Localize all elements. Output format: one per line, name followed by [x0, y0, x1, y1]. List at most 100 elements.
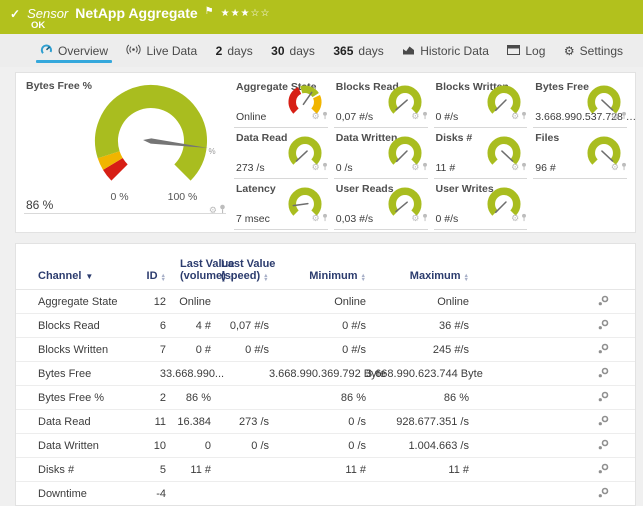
pin-icon[interactable] [621, 107, 627, 125]
gauge-tile-latency[interactable]: Latency7 msec⚙ [234, 181, 328, 230]
gauge-tile-bytes-free-pct[interactable]: Bytes Free % %0 %100 % 86 % ⚙ [16, 73, 234, 232]
last-value-speed: 0 #/s [211, 338, 269, 362]
live-data-icon [126, 44, 141, 58]
pin-icon[interactable] [521, 158, 527, 176]
channel-edit-icon[interactable] [598, 319, 609, 333]
channel-edit-icon[interactable] [598, 439, 609, 453]
priority-stars[interactable]: ★★★☆☆ [221, 8, 271, 19]
sort-arrows-icon: ▲▼ [263, 274, 268, 282]
gauge-title: Data Read [236, 132, 287, 144]
last-value-speed [211, 482, 269, 506]
channel-actions [469, 458, 636, 482]
tab-365-days[interactable]: 365days [327, 34, 389, 67]
minimum-value: Online [269, 290, 366, 314]
tab-2-days[interactable]: 2days [210, 34, 259, 67]
pin-icon[interactable] [621, 158, 627, 176]
gauge-settings-gear-icon[interactable]: ⚙ [611, 163, 619, 172]
channel-table: Channel▼ID▲▼Last Value (volume)▲▼Last Va… [16, 252, 636, 506]
column-header-id[interactable]: ID▲▼ [144, 252, 166, 290]
channel-table-panel: Channel▼ID▲▼Last Value (volume)▲▼Last Va… [15, 243, 636, 506]
pin-icon[interactable] [322, 158, 328, 176]
gauge-tile-blocks-read[interactable]: Blocks Read0,07 #/s⚙ [334, 79, 428, 128]
column-header-last-value-volume[interactable]: Last Value (volume)▲▼ [166, 252, 211, 290]
tab-log[interactable]: Log [501, 34, 551, 67]
table-row-downtime: Downtime-4 [16, 482, 636, 506]
channel-edit-icon[interactable] [598, 295, 609, 309]
gauge-settings-gear-icon[interactable]: ⚙ [511, 214, 519, 223]
channel-actions [469, 362, 636, 386]
channel-name: Bytes Free % [16, 386, 144, 410]
table-row-aggregate-state: Aggregate State12OnlineOnlineOnline [16, 290, 636, 314]
last-value-volume: 11 # [166, 458, 211, 482]
gauge-tile-bytes-free[interactable]: Bytes Free3.668.990.537.728 …⚙ [533, 79, 627, 128]
maximum-value: 245 #/s [366, 338, 469, 362]
gauge-settings-gear-icon[interactable]: ⚙ [511, 112, 519, 121]
gauge-settings-gear-icon[interactable]: ⚙ [511, 163, 519, 172]
tab-overview[interactable]: Overview [34, 34, 114, 67]
gauge-value: 11 # [436, 162, 456, 174]
gauge-tile-aggregate-state[interactable]: Aggregate StateOnline⚙ [234, 79, 328, 128]
pin-icon[interactable] [521, 209, 527, 227]
tab-live-data[interactable]: Live Data [120, 34, 203, 67]
column-header-label: Maximum [410, 270, 461, 282]
column-header-channel[interactable]: Channel▼ [16, 252, 144, 290]
column-header-minimum[interactable]: Minimum▲▼ [269, 252, 366, 290]
gauge-tile-files[interactable]: Files96 #⚙ [533, 130, 627, 179]
flag-icon[interactable]: ⚑ [205, 6, 214, 17]
channel-id: 3 [144, 362, 166, 386]
pin-icon[interactable] [322, 209, 328, 227]
tab-historic-data[interactable]: Historic Data [396, 34, 495, 67]
channel-edit-icon[interactable] [598, 415, 609, 429]
column-header-label: ID [147, 270, 158, 282]
pin-icon[interactable] [219, 201, 226, 219]
gauge-settings-gear-icon[interactable]: ⚙ [411, 112, 419, 121]
column-header-actions [469, 252, 636, 290]
pin-icon[interactable] [422, 107, 428, 125]
overview-icon [40, 43, 53, 59]
gauge-tile-user-writes[interactable]: User Writes0 #/s⚙ [434, 181, 528, 230]
pin-icon[interactable] [422, 209, 428, 227]
channel-edit-icon[interactable] [598, 367, 609, 381]
sort-arrows-icon: ▲▼ [361, 274, 366, 282]
gauge-tile-user-reads[interactable]: User Reads0,03 #/s⚙ [334, 181, 428, 230]
gauge-settings-gear-icon[interactable]: ⚙ [312, 163, 320, 172]
gauge-tile-data-read[interactable]: Data Read273 /s⚙ [234, 130, 328, 179]
column-header-label: Channel [38, 270, 81, 282]
tab-30-days[interactable]: 30days [265, 34, 321, 67]
tab-label: days [227, 44, 252, 58]
column-header-maximum[interactable]: Maximum▲▼ [366, 252, 469, 290]
table-row-blocks-written: Blocks Written70 #0 #/s0 #/s245 #/s [16, 338, 636, 362]
gauge-tile-blocks-written[interactable]: Blocks Written0 #/s⚙ [434, 79, 528, 128]
maximum-value: 86 % [366, 386, 469, 410]
channel-name: Bytes Free [16, 362, 144, 386]
historic-data-icon [402, 44, 415, 58]
table-row-data-read: Data Read1116.384273 /s0 /s928.677.351 /… [16, 410, 636, 434]
gauge-settings-gear-icon[interactable]: ⚙ [411, 163, 419, 172]
channel-edit-icon[interactable] [598, 487, 609, 501]
sensor-name: NetApp Aggregate [75, 5, 197, 21]
channel-edit-icon[interactable] [598, 391, 609, 405]
channel-actions [469, 482, 636, 506]
tab-settings[interactable]: ⚙Settings [558, 34, 629, 67]
gauge-tile-data-written[interactable]: Data Written0 /s⚙ [334, 130, 428, 179]
gauge-settings-gear-icon[interactable]: ⚙ [411, 214, 419, 223]
last-value-speed: 273 /s [211, 410, 269, 434]
channel-edit-icon[interactable] [598, 343, 609, 357]
gauge-settings-gear-icon[interactable]: ⚙ [209, 206, 217, 215]
pin-icon[interactable] [422, 158, 428, 176]
last-value-volume: 0 # [166, 338, 211, 362]
gauge-settings-gear-icon[interactable]: ⚙ [312, 214, 320, 223]
pin-icon[interactable] [322, 107, 328, 125]
channel-name: Downtime [16, 482, 144, 506]
last-value-speed: 0 /s [211, 434, 269, 458]
minimum-value: 86 % [269, 386, 366, 410]
gauge-settings-gear-icon[interactable]: ⚙ [312, 112, 320, 121]
gauge-tile-disks-num[interactable]: Disks #11 #⚙ [434, 130, 528, 179]
gauge-settings-gear-icon[interactable]: ⚙ [611, 112, 619, 121]
gauge-value: 96 # [535, 162, 555, 174]
status-check-icon: ✓ [10, 7, 20, 21]
pin-icon[interactable] [521, 107, 527, 125]
channel-edit-icon[interactable] [598, 463, 609, 477]
tab-bar: OverviewLive Data2days30days365daysHisto… [0, 34, 643, 67]
channel-actions [469, 314, 636, 338]
